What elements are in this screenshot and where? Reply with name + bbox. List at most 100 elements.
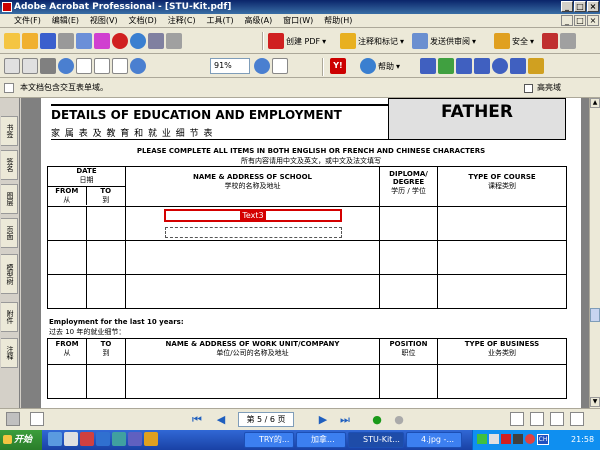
tab-attachments[interactable]: 附件 [1,302,18,332]
page-layout-icon[interactable] [272,58,288,74]
taskbar-item-active[interactable]: STU-Kit... [348,432,404,448]
edu-to-cell[interactable] [86,274,126,309]
list-box-icon[interactable] [456,58,472,74]
edu-diploma-cell[interactable] [379,240,438,275]
menu-view[interactable]: 视图(V) [86,14,122,28]
single-page-icon[interactable] [510,412,524,426]
doc-close-button[interactable]: × [587,15,599,26]
clock[interactable]: 21:58 [571,430,594,450]
desktop-icon[interactable] [96,432,110,446]
zoom-out-icon[interactable] [130,58,146,74]
edu-diploma-cell[interactable] [379,274,438,309]
find-icon[interactable] [166,33,182,49]
window-title-bar[interactable]: Adobe Acrobat Professional - [STU-Kit.pd… [0,0,600,14]
help-button[interactable]: 帮助 ▾ [360,56,400,76]
page-thumbnail-icon[interactable] [30,412,44,426]
close-button[interactable]: × [587,1,599,12]
last-page-icon[interactable]: ⏭ [338,413,352,427]
form-field-icon[interactable] [420,58,436,74]
actual-size-icon[interactable] [76,58,92,74]
text3-field[interactable]: Text3 [164,209,342,222]
menu-document[interactable]: 文档(D) [124,14,160,28]
attach-icon[interactable] [94,33,110,49]
select-text-icon[interactable] [22,58,38,74]
folder-icon[interactable] [144,432,158,446]
edu-course-cell[interactable] [437,240,567,275]
tab-pages[interactable]: 页面 [1,218,18,248]
go-back-icon[interactable]: ● [370,413,384,427]
notepad-icon[interactable] [64,432,78,446]
continuous-page-icon[interactable] [530,412,544,426]
taskbar-item[interactable]: 4.jpg -... [406,432,462,448]
go-forward-icon[interactable]: ● [392,413,406,427]
tab-layers[interactable]: 图层 [1,184,18,214]
emp-position-cell[interactable] [379,364,438,399]
emp-business-cell[interactable] [437,364,567,399]
email-icon[interactable] [76,33,92,49]
doc-restore-button[interactable]: □ [574,15,586,26]
page-number-input[interactable]: 第 5 / 6 页 [238,412,294,427]
fit-page-icon[interactable] [94,58,110,74]
minimize-button[interactable]: _ [561,1,573,12]
menu-tools[interactable]: 工具(T) [202,14,237,28]
scroll-down-arrow-icon[interactable]: ▼ [590,397,600,407]
highlight-fields-checkbox[interactable] [524,84,533,93]
options-icon[interactable] [560,33,576,49]
document-view[interactable]: DETAILS OF EDUCATION AND EMPLOYMENT 家 属 … [21,98,589,408]
edu-from-cell[interactable] [47,274,87,309]
organizer-icon[interactable] [22,33,38,49]
menu-comments[interactable]: 注释(C) [164,14,200,28]
zoom-plus-icon[interactable] [254,58,270,74]
combo-box-icon[interactable] [474,58,490,74]
app-icon[interactable] [128,432,142,446]
ime-indicator[interactable]: CH [537,434,549,445]
edu-school-cell[interactable] [125,240,380,275]
text-field-icon[interactable] [510,58,526,74]
menu-window[interactable]: 窗口(W) [279,14,317,28]
zoom-level-input[interactable]: 91% [210,58,250,74]
edu-school-cell[interactable] [125,274,380,309]
tab-comments[interactable]: 注释 [1,338,18,368]
continuous-facing-icon[interactable] [570,412,584,426]
edu-course-cell[interactable] [437,274,567,309]
tray-network-icon[interactable] [477,434,487,444]
browser-icon[interactable] [80,432,94,446]
checkbox-tool-icon[interactable] [438,58,454,74]
send-review-button[interactable]: 发送供审阅 ▾ [412,31,476,51]
scroll-up-arrow-icon[interactable]: ▲ [590,98,600,108]
radio-tool-icon[interactable] [492,58,508,74]
emp-to-cell[interactable] [86,364,126,399]
tray-app-icon[interactable] [525,434,535,444]
create-pdf-button[interactable]: 创建 PDF ▾ [268,31,326,51]
first-page-icon[interactable]: ⏮ [190,413,204,427]
tray-volume-icon[interactable] [489,434,499,444]
taskbar-item[interactable]: 加拿... [296,432,346,448]
emp-company-cell[interactable] [125,364,380,399]
print-icon[interactable] [58,33,74,49]
open-folder-icon[interactable] [4,33,20,49]
start-button[interactable]: 开始 [0,430,42,450]
doc-minimize-button[interactable]: _ [561,15,573,26]
media-icon[interactable] [112,432,126,446]
edu-from-cell[interactable] [47,240,87,275]
security-button[interactable]: 安全 ▾ [494,31,534,51]
edu-diploma-cell[interactable] [379,206,438,241]
menu-edit[interactable]: 编辑(E) [48,14,83,28]
edu-from-cell[interactable] [47,206,87,241]
pen-icon[interactable] [542,33,558,49]
menu-help[interactable]: 帮助(H) [320,14,356,28]
maximize-button[interactable]: □ [574,1,586,12]
previous-page-icon[interactable]: ◀ [214,413,228,427]
tab-model-tree[interactable]: 模型树 [1,254,18,294]
panel-toggle-icon[interactable] [6,412,20,426]
ie-icon[interactable] [48,432,62,446]
vertical-scrollbar[interactable]: ▲ ▼ [589,98,600,408]
tray-antivirus-icon[interactable] [501,434,511,444]
tab-signatures[interactable]: 签名 [1,150,18,180]
edu-course-cell[interactable] [437,206,567,241]
zoom-in-icon[interactable] [58,58,74,74]
edu-to-cell[interactable] [86,240,126,275]
snapshot-icon[interactable] [40,58,56,74]
yahoo-icon[interactable]: Y! [330,58,346,74]
comment-markup-button[interactable]: 注释和标记 ▾ [340,31,404,51]
